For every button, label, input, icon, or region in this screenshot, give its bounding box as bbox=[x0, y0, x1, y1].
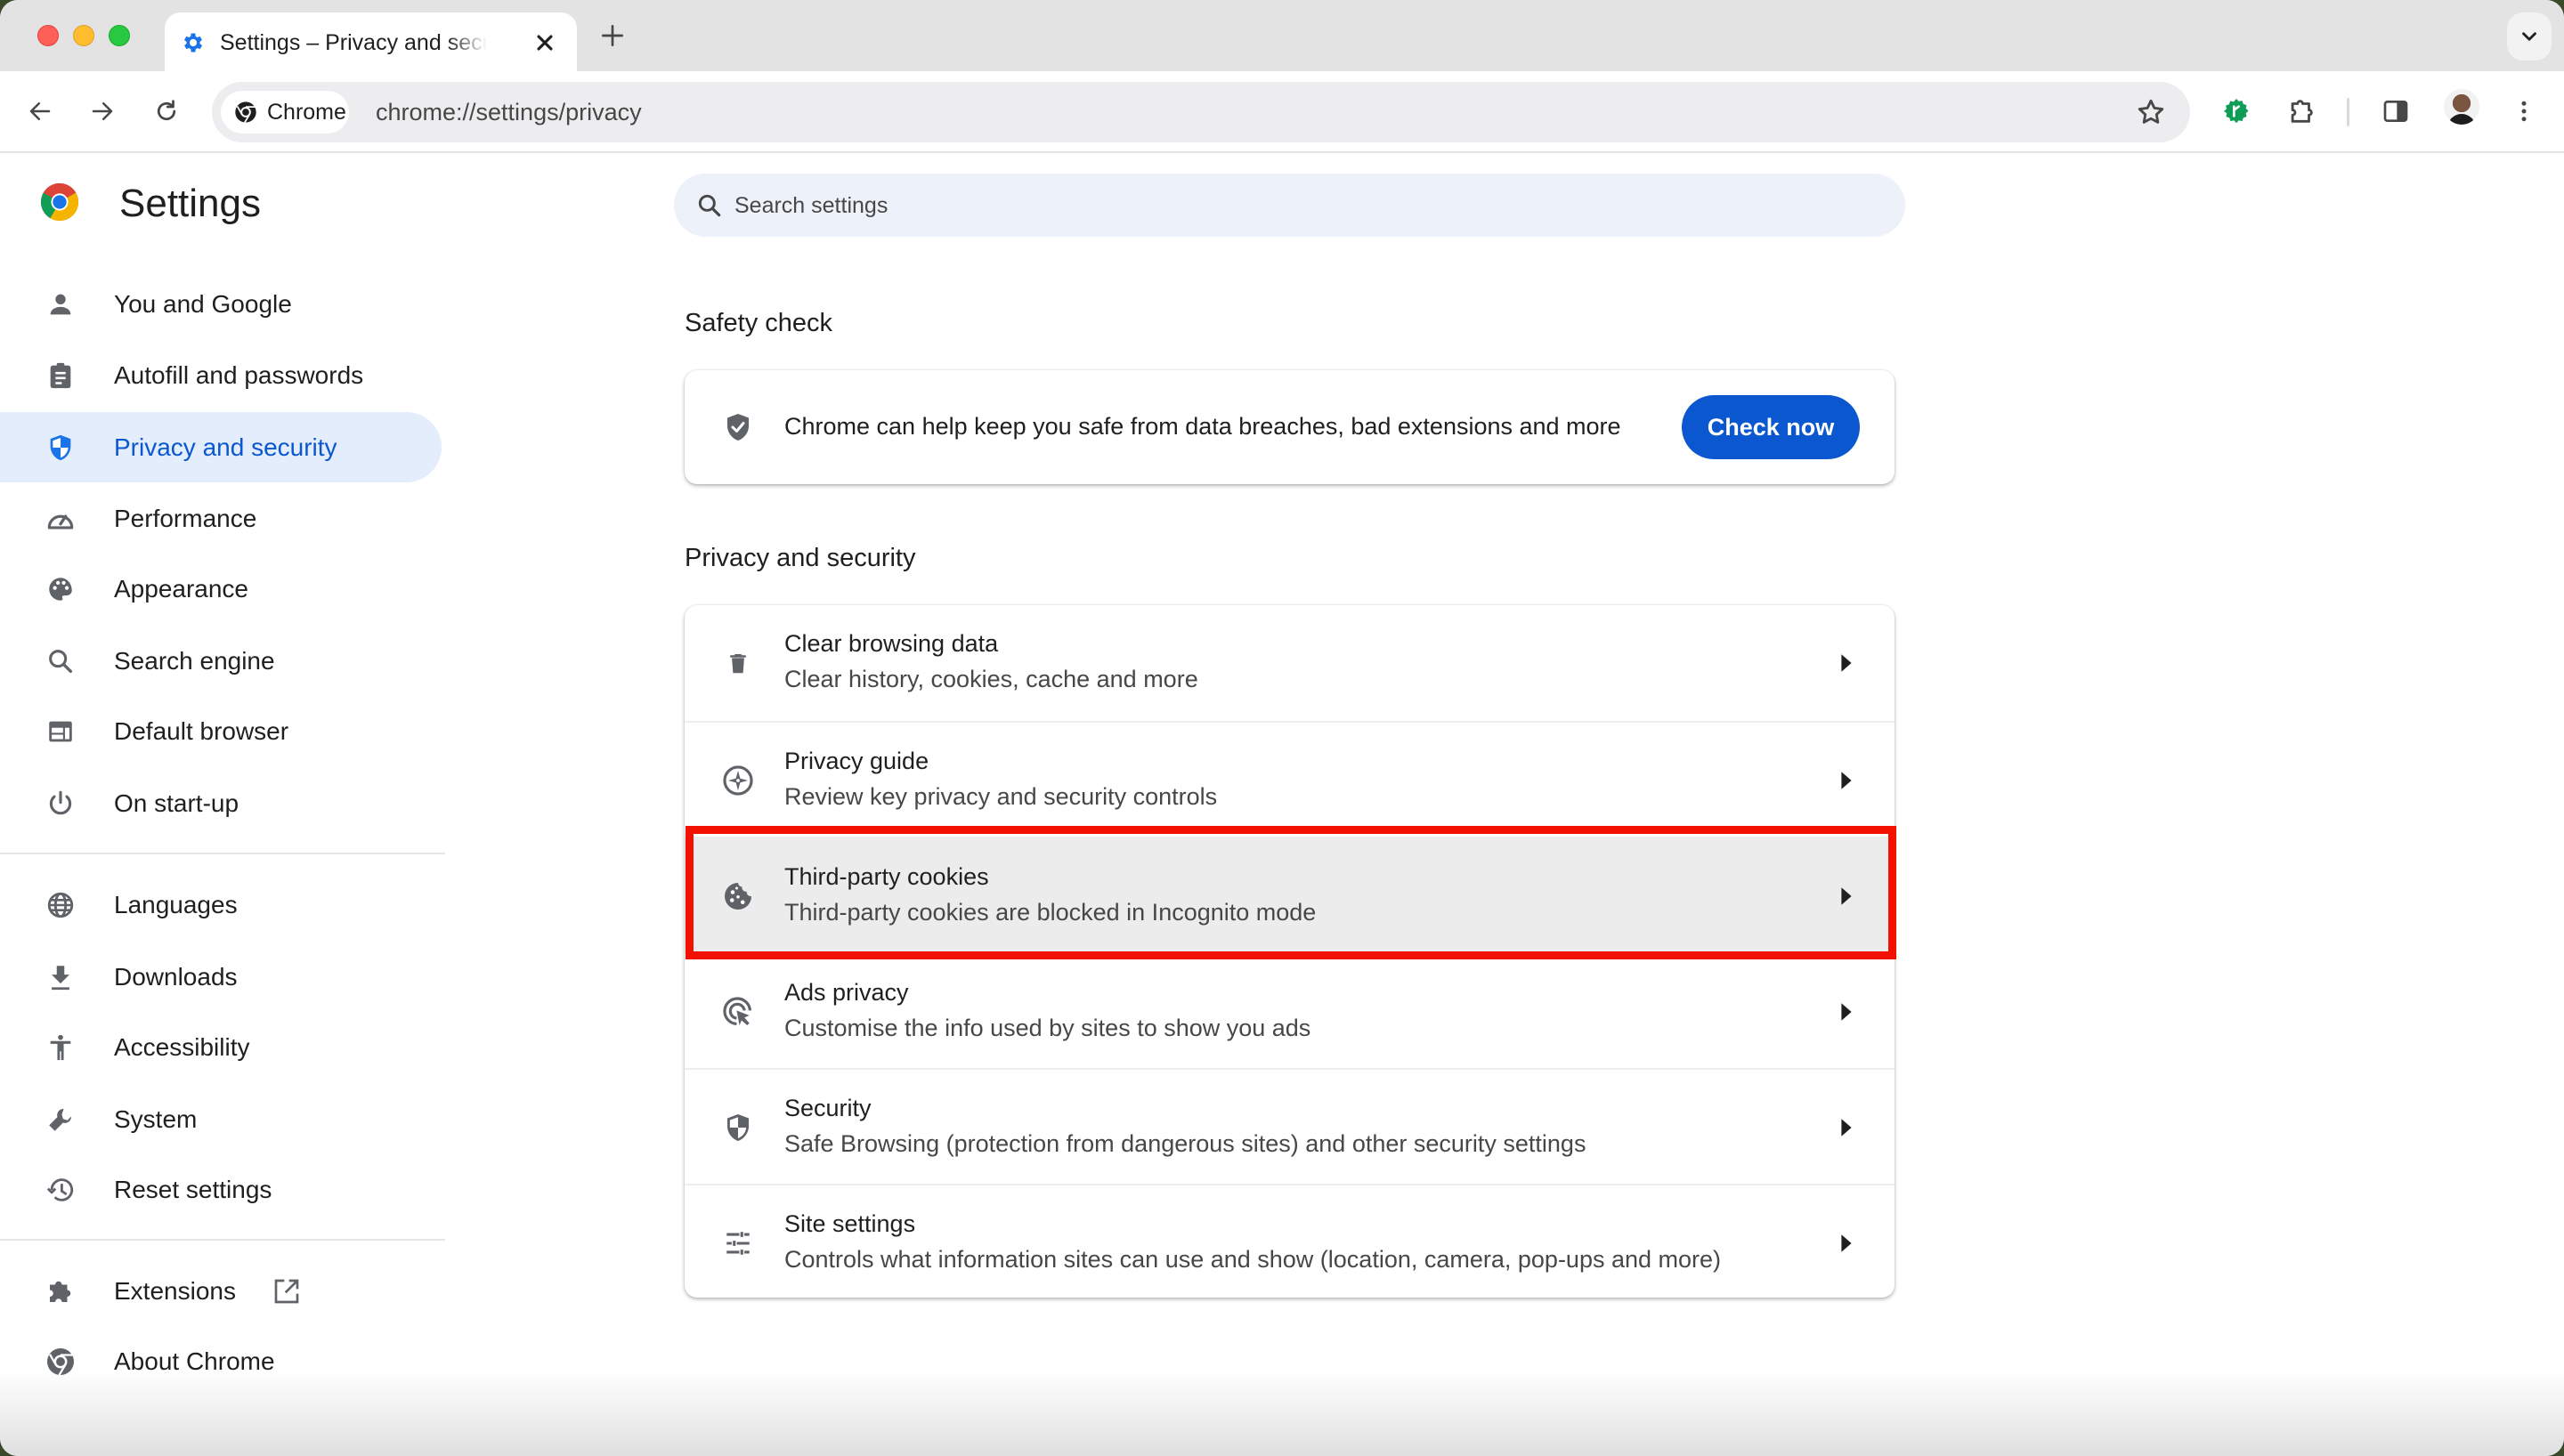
shield-check-icon bbox=[727, 414, 749, 441]
sidebar-item-on-start-up[interactable]: On start-up bbox=[0, 768, 442, 838]
safety-check-heading: Safety check bbox=[685, 309, 833, 337]
address-bar[interactable]: Chrome chrome://settings/privacy bbox=[212, 82, 2190, 142]
sidebar-item-default-browser[interactable]: Default browser bbox=[0, 696, 442, 766]
tab-title: Settings – Privacy and security bbox=[220, 30, 487, 55]
arrow-right-icon bbox=[1841, 772, 1852, 789]
row-privacy-guide[interactable]: Privacy guide Review key privacy and sec… bbox=[685, 721, 1895, 837]
compass-icon bbox=[720, 763, 756, 798]
tab-settings[interactable]: Settings – Privacy and security bbox=[165, 12, 577, 71]
arrow-right-icon bbox=[1841, 1003, 1852, 1021]
arrow-right-icon bbox=[1841, 887, 1852, 905]
reload-icon bbox=[157, 100, 176, 121]
bookmark-star-icon[interactable] bbox=[2135, 96, 2167, 128]
sidebar-item-appearance[interactable]: Appearance bbox=[0, 554, 442, 624]
download-icon bbox=[45, 961, 77, 993]
profile-avatar[interactable] bbox=[2444, 89, 2479, 125]
open-in-new-icon bbox=[274, 1279, 299, 1303]
sidebar-item-languages[interactable]: Languages bbox=[0, 870, 442, 940]
trash-icon bbox=[720, 645, 756, 681]
close-window-button[interactable] bbox=[37, 25, 59, 46]
settings-title: Settings bbox=[119, 182, 261, 225]
browser-window: Settings – Privacy and security bbox=[0, 0, 2564, 1456]
sliders-icon bbox=[720, 1225, 756, 1261]
side-panel-button[interactable] bbox=[2373, 89, 2418, 133]
forward-button[interactable] bbox=[80, 89, 125, 133]
check-now-button[interactable]: Check now bbox=[1682, 395, 1860, 459]
globe-icon bbox=[45, 889, 77, 921]
privacy-security-heading: Privacy and security bbox=[685, 544, 916, 572]
chrome-menu-button[interactable] bbox=[2502, 89, 2546, 133]
settings-sidebar: Settings You and Google Autofill and pas… bbox=[0, 155, 445, 1456]
row-third-party-cookies[interactable]: Third-party cookies Third-party cookies … bbox=[685, 837, 1895, 952]
puzzle-icon bbox=[45, 1275, 77, 1307]
menu-dots-icon bbox=[2521, 101, 2527, 122]
back-button[interactable] bbox=[18, 89, 62, 133]
chrome-logo-icon bbox=[40, 182, 79, 222]
extension-button[interactable] bbox=[2214, 89, 2259, 133]
ads-target-icon bbox=[720, 994, 756, 1030]
browser-window-icon bbox=[45, 716, 77, 748]
reload-button[interactable] bbox=[144, 89, 189, 133]
speedometer-icon bbox=[45, 503, 77, 535]
security-shield-icon bbox=[720, 1110, 756, 1145]
sidebar-divider bbox=[0, 853, 445, 854]
sidebar-item-accessibility[interactable]: Accessibility bbox=[0, 1012, 442, 1082]
sidebar-divider bbox=[0, 1239, 445, 1241]
sidebar-item-search-engine[interactable]: Search engine bbox=[0, 626, 442, 696]
back-icon bbox=[29, 102, 51, 120]
maximize-window-button[interactable] bbox=[109, 25, 130, 46]
person-icon bbox=[45, 288, 77, 320]
privacy-security-card: Clear browsing data Clear history, cooki… bbox=[685, 605, 1895, 1298]
wrench-icon bbox=[45, 1104, 77, 1136]
accessibility-icon bbox=[45, 1031, 77, 1064]
row-site-settings[interactable]: Site settings Controls what information … bbox=[685, 1184, 1895, 1298]
search-input[interactable] bbox=[734, 186, 1874, 225]
shield-icon bbox=[45, 432, 77, 464]
arrow-right-icon bbox=[1841, 654, 1852, 672]
sidebar-item-extensions[interactable]: Extensions bbox=[0, 1256, 442, 1326]
sidebar-item-autofill[interactable]: Autofill and passwords bbox=[0, 340, 442, 410]
extensions-menu-button[interactable] bbox=[2279, 89, 2324, 133]
forward-icon bbox=[92, 102, 113, 120]
search-icon bbox=[45, 645, 77, 677]
palette-icon bbox=[45, 573, 77, 605]
new-tab-icon[interactable] bbox=[598, 21, 627, 50]
sidebar-item-performance[interactable]: Performance bbox=[0, 483, 442, 554]
sidebar-item-you-and-google[interactable]: You and Google bbox=[0, 269, 442, 339]
arrow-right-icon bbox=[1841, 1234, 1852, 1252]
toolbar: Chrome chrome://settings/privacy bbox=[0, 71, 2564, 153]
power-icon bbox=[45, 788, 77, 820]
tab-search-button[interactable] bbox=[2507, 12, 2552, 61]
sidebar-item-system[interactable]: System bbox=[0, 1084, 442, 1154]
minimize-window-button[interactable] bbox=[73, 25, 94, 46]
clipboard-icon bbox=[45, 360, 77, 392]
row-clear-browsing-data[interactable]: Clear browsing data Clear history, cooki… bbox=[685, 605, 1895, 721]
sidebar-item-reset-settings[interactable]: Reset settings bbox=[0, 1154, 442, 1225]
side-panel-icon bbox=[2383, 101, 2408, 122]
extensions-puzzle-icon bbox=[2291, 100, 2313, 123]
tab-strip: Settings – Privacy and security bbox=[0, 0, 2564, 71]
arrow-right-icon bbox=[1841, 1119, 1852, 1136]
site-info-chip[interactable]: Chrome bbox=[221, 91, 349, 133]
toolbar-separator bbox=[2347, 98, 2349, 126]
close-icon[interactable] bbox=[532, 30, 557, 55]
safety-check-card: Chrome can help keep you safe from data … bbox=[685, 370, 1895, 484]
extension-gear-icon bbox=[2224, 99, 2249, 124]
chrome-icon bbox=[45, 1346, 77, 1378]
search-icon bbox=[698, 194, 721, 217]
sidebar-item-downloads[interactable]: Downloads bbox=[0, 942, 442, 1012]
chevron-down-icon bbox=[2522, 32, 2536, 41]
sidebar-item-privacy-and-security[interactable]: Privacy and security bbox=[0, 412, 442, 482]
chrome-icon bbox=[235, 101, 256, 124]
sidebar-item-about-chrome[interactable]: About Chrome bbox=[0, 1326, 442, 1396]
row-ads-privacy[interactable]: Ads privacy Customise the info used by s… bbox=[685, 952, 1895, 1068]
history-icon bbox=[45, 1174, 77, 1206]
search-settings-field[interactable] bbox=[674, 174, 1905, 237]
chip-label: Chrome bbox=[267, 99, 346, 125]
cookie-icon bbox=[720, 878, 756, 914]
row-security[interactable]: Security Safe Browsing (protection from … bbox=[685, 1068, 1895, 1184]
url-text[interactable]: chrome://settings/privacy bbox=[376, 99, 642, 126]
gear-icon bbox=[183, 33, 203, 53]
safety-check-description: Chrome can help keep you safe from data … bbox=[784, 413, 1621, 440]
